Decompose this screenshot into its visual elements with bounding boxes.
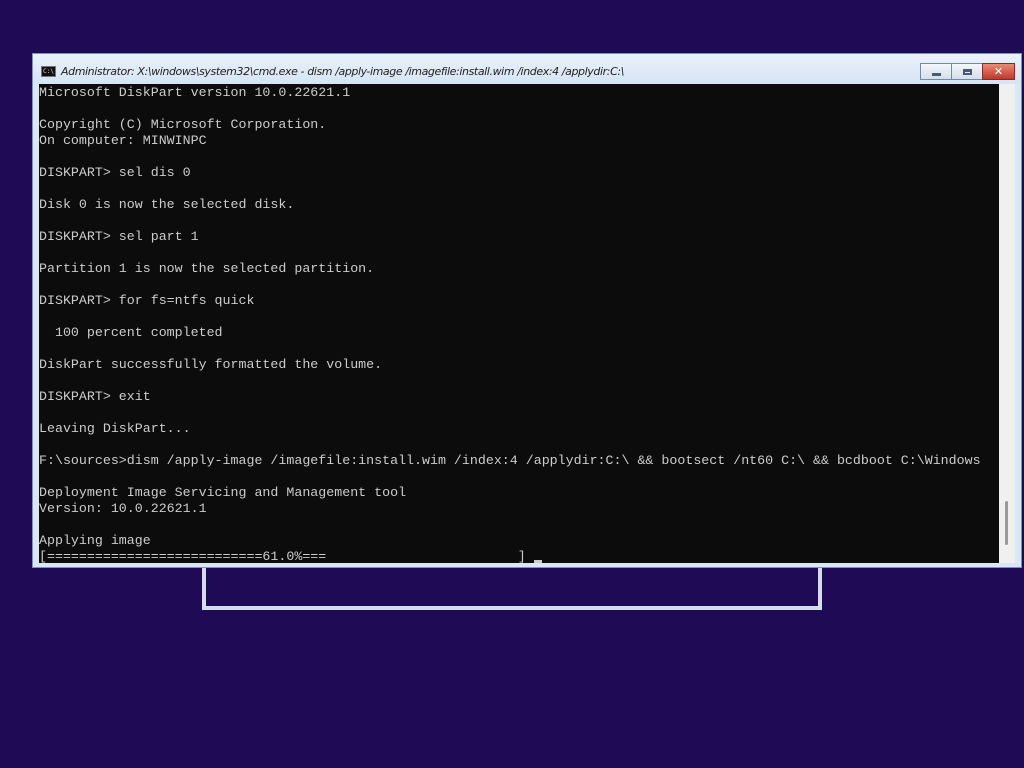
close-icon: ✕	[993, 65, 1004, 78]
console-line: F:\sources>dism /apply-image /imagefile:…	[39, 453, 981, 468]
close-button[interactable]: ✕	[982, 63, 1015, 80]
minimize-icon	[931, 72, 941, 76]
window-title: Administrator: X:\windows\system32\cmd.e…	[61, 65, 624, 78]
console-line: Copyright (C) Microsoft Corporation.	[39, 117, 327, 132]
console-line: Microsoft DiskPart version 10.0.22621.1	[39, 85, 351, 100]
console-line: DISKPART> exit	[39, 389, 151, 404]
minimize-button[interactable]	[920, 63, 952, 80]
caption-buttons: ✕	[920, 63, 1015, 81]
console-line: Partition 1 is now the selected partitio…	[39, 261, 375, 276]
vertical-scrollbar[interactable]	[999, 84, 1015, 563]
maximize-icon	[962, 68, 972, 75]
console-line: Applying image	[39, 533, 151, 548]
console-line: DISKPART> sel dis 0	[39, 165, 191, 180]
console-line: DISKPART> for fs=ntfs quick	[39, 293, 255, 308]
cmd-window[interactable]: C:\ Administrator: X:\windows\system32\c…	[32, 53, 1022, 568]
console-area[interactable]: Microsoft DiskPart version 10.0.22621.1 …	[39, 84, 999, 563]
console-line: Deployment Image Servicing and Managemen…	[39, 485, 407, 500]
console-line: On computer: MINWINPC	[39, 133, 207, 148]
cmd-app-icon[interactable]: C:\	[41, 66, 56, 77]
maximize-button[interactable]	[951, 63, 983, 80]
console-line: Version: 10.0.22621.1	[39, 501, 207, 516]
console-line: Disk 0 is now the selected disk.	[39, 197, 295, 212]
window-bottom-border	[33, 563, 1021, 567]
console-line: Leaving DiskPart...	[39, 421, 191, 436]
scrollbar-thumb[interactable]	[1005, 501, 1008, 545]
title-bar[interactable]: C:\ Administrator: X:\windows\system32\c…	[33, 54, 1021, 84]
progress-line: [===========================61.0%=== ]	[39, 549, 534, 563]
console-output: Microsoft DiskPart version 10.0.22621.1 …	[39, 85, 981, 563]
desktop-background: C:\ Administrator: X:\windows\system32\c…	[0, 0, 1024, 768]
console-lines: Microsoft DiskPart version 10.0.22621.1 …	[39, 85, 981, 548]
console-line: DiskPart successfully formatted the volu…	[39, 357, 383, 372]
console-line: DISKPART> sel part 1	[39, 229, 199, 244]
console-line: 100 percent completed	[54, 325, 223, 340]
